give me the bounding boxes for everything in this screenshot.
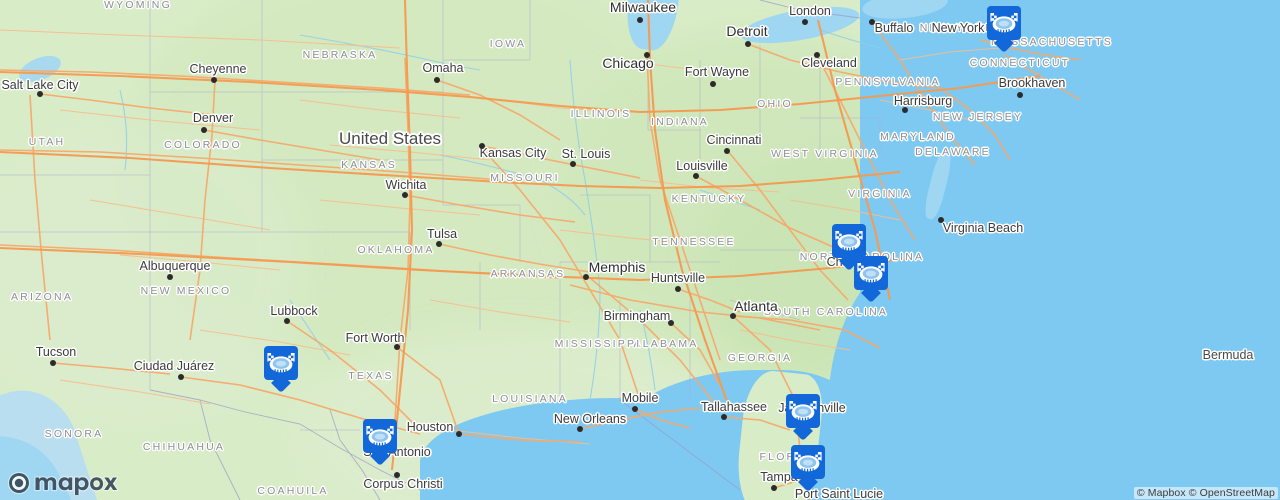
- city-dot: [675, 286, 681, 292]
- city-dot: [730, 313, 736, 319]
- city-dot: [178, 374, 184, 380]
- city-dot: [724, 148, 730, 154]
- map-marker-3[interactable]: [854, 256, 888, 303]
- speedway-icon: [264, 346, 298, 380]
- city-dot: [577, 426, 583, 432]
- speedway-icon: [854, 256, 888, 290]
- map-canvas[interactable]: WYOMING NEBRASKA IOWA ILLINOIS INDIANA OHIO PE…: [0, 0, 1280, 500]
- city-dot: [902, 107, 908, 113]
- map-marker-7[interactable]: [791, 445, 825, 492]
- map-marker-5[interactable]: [363, 419, 397, 466]
- city-dot: [37, 91, 43, 97]
- city-dot: [211, 77, 217, 83]
- city-dot: [436, 241, 442, 247]
- city-dot: [394, 344, 400, 350]
- city-dot: [434, 77, 440, 83]
- speedway-icon: [363, 419, 397, 453]
- city-dot: [802, 19, 808, 25]
- mapbox-wordmark-icon: [8, 471, 118, 495]
- city-dot: [394, 472, 400, 478]
- speedway-icon: [791, 445, 825, 479]
- city-dot: [693, 173, 699, 179]
- city-dot: [721, 414, 727, 420]
- city-dot: [201, 127, 207, 133]
- city-dot: [771, 485, 777, 491]
- city-dot: [632, 406, 638, 412]
- speedway-icon: [987, 6, 1021, 40]
- city-dot: [583, 274, 589, 280]
- map-attribution[interactable]: © Mapbox © OpenStreetMap: [1133, 487, 1278, 499]
- city-dot: [745, 41, 751, 47]
- map-marker-6[interactable]: [786, 394, 820, 441]
- city-dot: [637, 17, 643, 23]
- city-dot: [456, 431, 462, 437]
- speedway-icon: [832, 224, 866, 258]
- map-marker-1[interactable]: [987, 6, 1021, 53]
- city-dot: [644, 52, 650, 58]
- map-marker-4[interactable]: [264, 346, 298, 393]
- city-dot: [668, 320, 674, 326]
- city-dot: [1017, 92, 1023, 98]
- city-dot: [938, 217, 944, 223]
- city-dot: [167, 274, 173, 280]
- city-dot: [284, 318, 290, 324]
- speedway-icon: [786, 394, 820, 428]
- city-dot: [710, 81, 716, 87]
- city-dot: [570, 161, 576, 167]
- city-dot: [479, 143, 485, 149]
- road-network: [0, 0, 1081, 500]
- city-dot: [50, 360, 56, 366]
- city-dot: [814, 52, 820, 58]
- mapbox-logo[interactable]: [8, 471, 118, 495]
- city-dot: [869, 19, 875, 25]
- city-dot: [402, 192, 408, 198]
